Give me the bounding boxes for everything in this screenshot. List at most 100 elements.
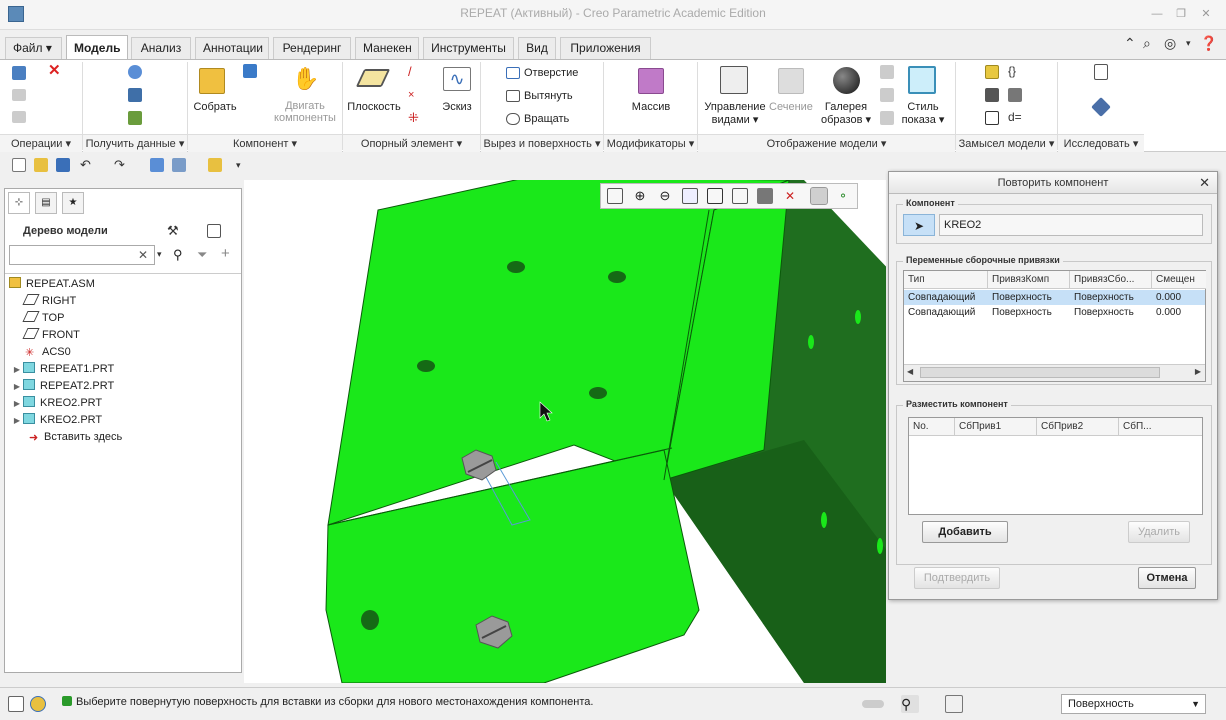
assemble-button[interactable]: Собрать	[192, 101, 238, 113]
tree-item-datum-front[interactable]: FRONT	[22, 327, 80, 344]
group-operations[interactable]: Операции ▾	[0, 134, 82, 152]
zoom-in-icon[interactable]: ⊕	[632, 188, 648, 204]
tree-item-part[interactable]: ▶ KREO2.PRT	[11, 412, 102, 429]
display-style-icon[interactable]	[707, 188, 723, 204]
dialog-close-icon[interactable]: ✕	[1199, 175, 1210, 191]
csys-icon[interactable]: ⁜	[408, 111, 422, 125]
expand-icon[interactable]: ▶	[11, 378, 23, 395]
tree-toggle-icon[interactable]	[8, 696, 24, 712]
plane-button[interactable]: Плоскость	[346, 101, 402, 113]
tree-settings-icon[interactable]: ⚒	[167, 223, 183, 239]
browser-toggle-icon[interactable]	[30, 696, 46, 712]
extrude-icon[interactable]	[506, 90, 520, 102]
group-investigate[interactable]: Исследовать ▾	[1058, 134, 1144, 152]
expand-icon[interactable]: ▶	[11, 395, 23, 412]
add-filter-icon[interactable]: +	[221, 246, 237, 262]
save-icon[interactable]	[56, 158, 70, 172]
drag-components-button[interactable]: Двигать компоненты	[272, 100, 338, 124]
repaint-icon[interactable]	[682, 188, 698, 204]
minimize-icon[interactable]: —	[1151, 8, 1163, 20]
favorites-tab[interactable]: ★	[62, 192, 84, 214]
customize-toolbar-icon[interactable]: ▾	[236, 158, 250, 172]
spin-center-icon[interactable]	[810, 187, 828, 205]
redo-icon[interactable]: ↷	[114, 158, 128, 172]
selection-filter-select[interactable]: Поверхность ▼	[1061, 694, 1206, 714]
cancel-button[interactable]: Отмена	[1138, 567, 1196, 589]
close-window-icon[interactable]: ✕	[1200, 8, 1212, 20]
display-toggle-icon[interactable]	[880, 65, 894, 79]
column-header[interactable]: СбПрив2	[1037, 418, 1119, 436]
scroll-right-icon[interactable]: ▶	[1195, 367, 1201, 376]
shrinkwrap-icon[interactable]	[128, 111, 142, 125]
selection-buffer-icon[interactable]	[945, 695, 963, 713]
tab-analysis[interactable]: Анализ	[131, 37, 191, 59]
saved-views-icon[interactable]	[732, 188, 748, 204]
copy-geometry-icon[interactable]	[128, 88, 142, 102]
group-component[interactable]: Компонент ▾	[188, 134, 342, 152]
family-table-icon[interactable]	[985, 65, 999, 79]
group-model-display[interactable]: Отображение модели ▾	[698, 134, 955, 152]
tree-item-insert-here[interactable]: ➜ Вставить здесь	[29, 429, 122, 446]
select-component-button[interactable]: ➤	[903, 214, 935, 236]
tab-manikin[interactable]: Манекен	[355, 37, 419, 59]
confirm-button[interactable]: Подтвердить	[914, 567, 1000, 589]
show-icon[interactable]	[207, 224, 221, 238]
column-header[interactable]: СбПрив1	[955, 418, 1037, 436]
point-icon[interactable]: ×	[408, 88, 422, 102]
tab-rendering[interactable]: Рендеринг	[273, 37, 351, 59]
help-icon[interactable]: ❓	[1200, 35, 1217, 52]
regenerate-toolbar-icon[interactable]	[150, 158, 164, 172]
dropdown-icon[interactable]: ▾	[1186, 38, 1191, 49]
tab-applications[interactable]: Приложения	[560, 37, 651, 59]
hole-icon[interactable]	[506, 67, 520, 79]
find-icon[interactable]	[1091, 97, 1111, 117]
undo-icon[interactable]: ↶	[80, 158, 94, 172]
tree-search-input[interactable]: ✕	[9, 245, 155, 265]
column-header[interactable]: Тип	[904, 271, 988, 289]
tree-item-csys[interactable]: ✳ ACS0	[25, 344, 71, 361]
create-component-icon[interactable]	[243, 64, 257, 78]
group-model-intent[interactable]: Замысел модели ▾	[956, 134, 1057, 152]
community-icon[interactable]: ◎	[1164, 35, 1176, 52]
column-header[interactable]: ПривязКомп	[988, 271, 1070, 289]
plane-icon[interactable]	[355, 69, 391, 87]
expand-icon[interactable]: ▶	[11, 361, 23, 378]
horizontal-scrollbar[interactable]: ◀ ▶	[904, 364, 1205, 381]
filter-icon[interactable]: ⏷	[197, 247, 213, 263]
table-row[interactable]: Совпадающий Поверхность Поверхность 0.00…	[904, 305, 1205, 320]
section-icon[interactable]	[778, 68, 804, 94]
model-canvas[interactable]	[244, 180, 886, 683]
search-icon[interactable]: ⌕	[1143, 35, 1151, 52]
tab-model[interactable]: Модель	[66, 35, 128, 59]
display-toggle-icon[interactable]	[880, 111, 894, 125]
regenerate-icon[interactable]	[12, 66, 26, 80]
file-menu[interactable]: Файл ▾	[5, 37, 62, 59]
appearance-gallery-icon[interactable]	[833, 67, 860, 94]
tab-annotations[interactable]: Аннотации	[195, 37, 269, 59]
paste-icon[interactable]	[12, 111, 26, 123]
display-style-icon[interactable]	[908, 66, 936, 94]
group-get-data[interactable]: Получить данные ▾	[83, 134, 187, 152]
refit-icon[interactable]	[607, 188, 623, 204]
appearance-gallery-button[interactable]: Галерея образов ▾	[815, 101, 877, 126]
pattern-button[interactable]: Массив	[626, 101, 676, 113]
tree-item-datum-top[interactable]: TOP	[22, 310, 64, 327]
tree-item-part[interactable]: ▶ KREO2.PRT	[11, 395, 102, 412]
clear-search-icon[interactable]: ✕	[138, 248, 148, 262]
scrollbar-thumb[interactable]	[920, 367, 1160, 378]
sketch-button[interactable]: Эскиз	[437, 101, 477, 113]
column-header[interactable]: ПривязСбо...	[1070, 271, 1152, 289]
group-cut-surface[interactable]: Вырез и поверхность ▾	[481, 134, 603, 152]
maximize-icon[interactable]: ❐	[1175, 8, 1187, 20]
display-style-button[interactable]: Стиль показа ▾	[898, 101, 948, 126]
tab-tools[interactable]: Инструменты	[423, 37, 514, 59]
column-header[interactable]: Смещен	[1152, 271, 1206, 289]
pattern-icon[interactable]	[638, 68, 664, 94]
axis-icon[interactable]: /	[408, 65, 422, 79]
section-button[interactable]: Сечение	[767, 101, 815, 113]
new-file-icon[interactable]	[12, 158, 26, 172]
tree-item-part[interactable]: ▶ REPEAT1.PRT	[11, 361, 114, 378]
model-tree-tab[interactable]: ⊹	[8, 192, 30, 214]
folder-browser-tab[interactable]: ▤	[35, 192, 57, 214]
relations-icon[interactable]: {}	[1008, 64, 1022, 78]
